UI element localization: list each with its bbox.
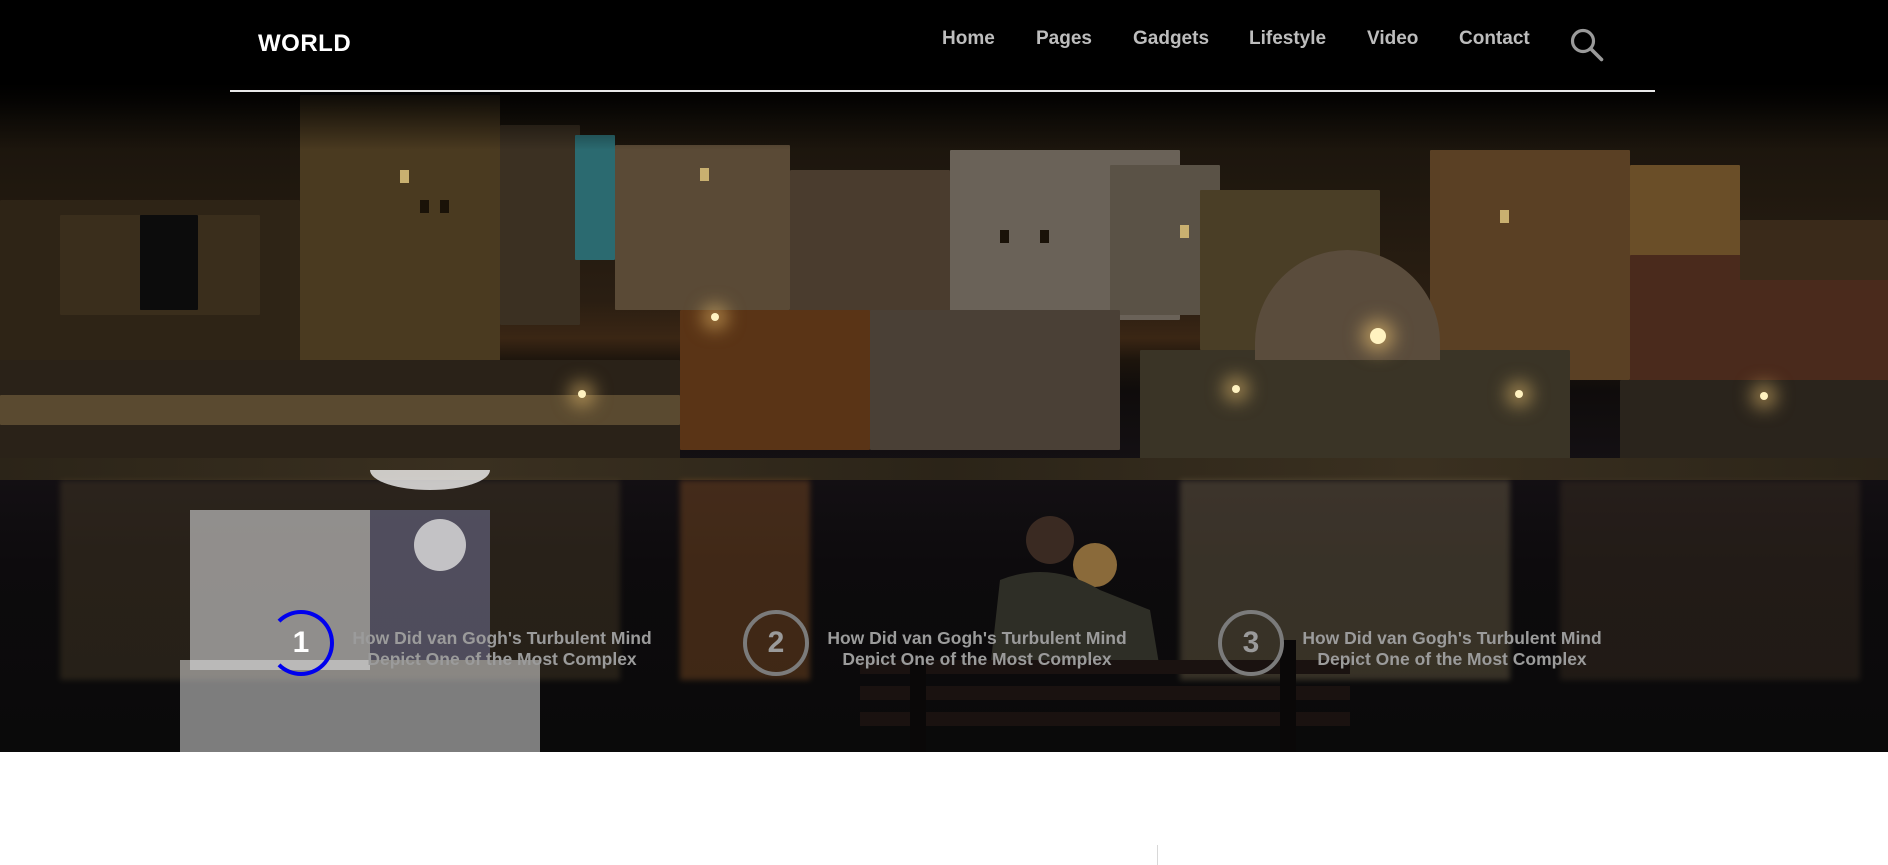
nav-gadgets[interactable]: Gadgets: [1133, 28, 1209, 50]
nav-video[interactable]: Video: [1367, 28, 1418, 50]
hero-background: WORLD Home Pages Gadgets Lifestyle Video…: [0, 0, 1888, 752]
slide-number-badge[interactable]: 2: [743, 610, 809, 676]
nav-home[interactable]: Home: [942, 28, 995, 50]
slide-number-badge[interactable]: 1: [268, 610, 334, 676]
nav-lifestyle[interactable]: Lifestyle: [1249, 28, 1326, 50]
main-nav: Home Pages Gadgets Lifestyle Video Conta…: [0, 28, 1888, 58]
slide-title[interactable]: How Did van Gogh's Turbulent Mind Depict…: [1302, 628, 1602, 670]
slide-title[interactable]: How Did van Gogh's Turbulent Mind Depict…: [827, 628, 1127, 670]
content-divider: [1157, 845, 1158, 865]
sky-overlay: [0, 0, 1888, 150]
nav-pages[interactable]: Pages: [1036, 28, 1092, 50]
header-divider: [230, 90, 1655, 92]
slide-number-badge[interactable]: 3: [1218, 610, 1284, 676]
search-icon[interactable]: [1570, 28, 1604, 62]
nav-contact[interactable]: Contact: [1459, 28, 1530, 50]
slide-title[interactable]: How Did van Gogh's Turbulent Mind Depict…: [352, 628, 652, 670]
